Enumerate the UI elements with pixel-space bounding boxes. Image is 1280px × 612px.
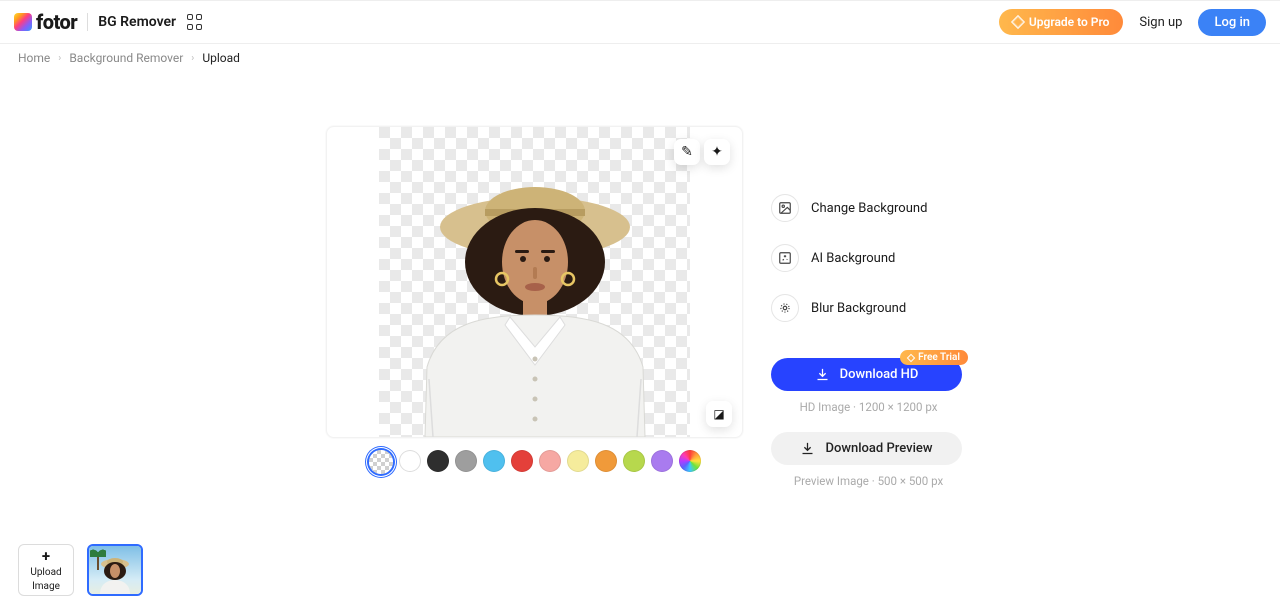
thumbnail-strip: + Upload Image (18, 544, 143, 596)
compare-button[interactable]: ◪ (706, 401, 732, 427)
background-swatches (369, 450, 701, 474)
option-label: Blur Background (811, 301, 906, 316)
canvas-area: ✎ ✦ ◪ (326, 126, 743, 506)
swatch-violet[interactable] (651, 450, 673, 472)
upload-image-button[interactable]: + Upload Image (18, 544, 74, 596)
swatch-white[interactable] (399, 450, 421, 472)
action-panel: Change Background AI Background Blur Bac… (771, 126, 966, 506)
download-icon (815, 367, 830, 382)
upgrade-button[interactable]: Upgrade to Pro (999, 9, 1124, 35)
change-background-option[interactable]: Change Background (771, 194, 966, 222)
tool-title: BG Remover (98, 14, 176, 30)
crumb-current: Upload (202, 51, 240, 65)
breadcrumb: Home › Background Remover › Upload (0, 44, 1280, 72)
download-preview-button[interactable]: Download Preview (771, 432, 962, 465)
main-area: ✎ ✦ ◪ Change Background AI Background (0, 72, 1280, 506)
ai-background-option[interactable]: AI Background (771, 244, 966, 272)
swatch-red[interactable] (511, 450, 533, 472)
header-left: fotor BG Remover (14, 10, 204, 34)
preview-meta: Preview Image · 500 × 500 px (771, 474, 966, 488)
chevron-right-icon: › (191, 53, 194, 64)
plus-icon: + (42, 547, 50, 565)
swatch-rainbow[interactable] (679, 450, 701, 472)
hd-meta: HD Image · 1200 × 1200 px (771, 400, 966, 414)
login-button[interactable]: Log in (1198, 9, 1266, 36)
download-hd-label: Download HD (840, 367, 919, 382)
swatch-lime[interactable] (623, 450, 645, 472)
crumb-home[interactable]: Home (18, 51, 50, 65)
swatch-sky[interactable] (483, 450, 505, 472)
signup-link[interactable]: Sign up (1139, 15, 1182, 30)
blur-background-option[interactable]: Blur Background (771, 294, 966, 322)
apps-grid-icon[interactable] (186, 13, 204, 31)
download-icon (800, 441, 815, 456)
magic-retouch-button[interactable]: ✦ (704, 139, 730, 165)
diamond-icon (1011, 15, 1025, 29)
swatch-gray[interactable] (455, 450, 477, 472)
free-trial-badge: Free Trial (900, 350, 968, 365)
login-label: Log in (1214, 15, 1250, 30)
logo-icon (14, 13, 32, 31)
chevron-right-icon: › (58, 53, 61, 64)
option-label: AI Background (811, 251, 895, 266)
download-preview-label: Download Preview (825, 441, 932, 456)
pencil-icon: ✎ (681, 144, 693, 160)
thumbnail-selected[interactable] (87, 544, 143, 596)
brand-logo[interactable]: fotor (14, 10, 77, 34)
transparency-checker (379, 127, 690, 437)
header-right: Upgrade to Pro Sign up Log in (999, 9, 1266, 36)
crumb-bg-remover[interactable]: Background Remover (69, 51, 183, 65)
blur-icon (771, 294, 799, 322)
upload-label-2: Image (32, 581, 60, 593)
magic-wand-icon: ✦ (711, 144, 723, 160)
compare-icon: ◪ (713, 407, 724, 421)
option-label: Change Background (811, 201, 927, 216)
swatch-black[interactable] (427, 450, 449, 472)
thumb-subject (94, 554, 136, 594)
upgrade-label: Upgrade to Pro (1029, 15, 1110, 29)
swatch-lemon[interactable] (567, 450, 589, 472)
divider (87, 13, 88, 31)
image-canvas: ✎ ✦ ◪ (326, 126, 743, 438)
logo-text: fotor (36, 10, 77, 34)
app-header: fotor BG Remover Upgrade to Pro Sign up … (0, 0, 1280, 44)
download-hd-wrapper: Free Trial Download HD (771, 358, 966, 391)
swatch-orange[interactable] (595, 450, 617, 472)
diamond-icon (907, 353, 915, 361)
edit-pencil-button[interactable]: ✎ (674, 139, 700, 165)
sparkle-image-icon (771, 244, 799, 272)
image-icon (771, 194, 799, 222)
badge-label: Free Trial (918, 352, 960, 363)
upload-label-1: Upload (30, 567, 61, 579)
swatch-pink[interactable] (539, 450, 561, 472)
swatch-transparent[interactable] (369, 450, 393, 474)
